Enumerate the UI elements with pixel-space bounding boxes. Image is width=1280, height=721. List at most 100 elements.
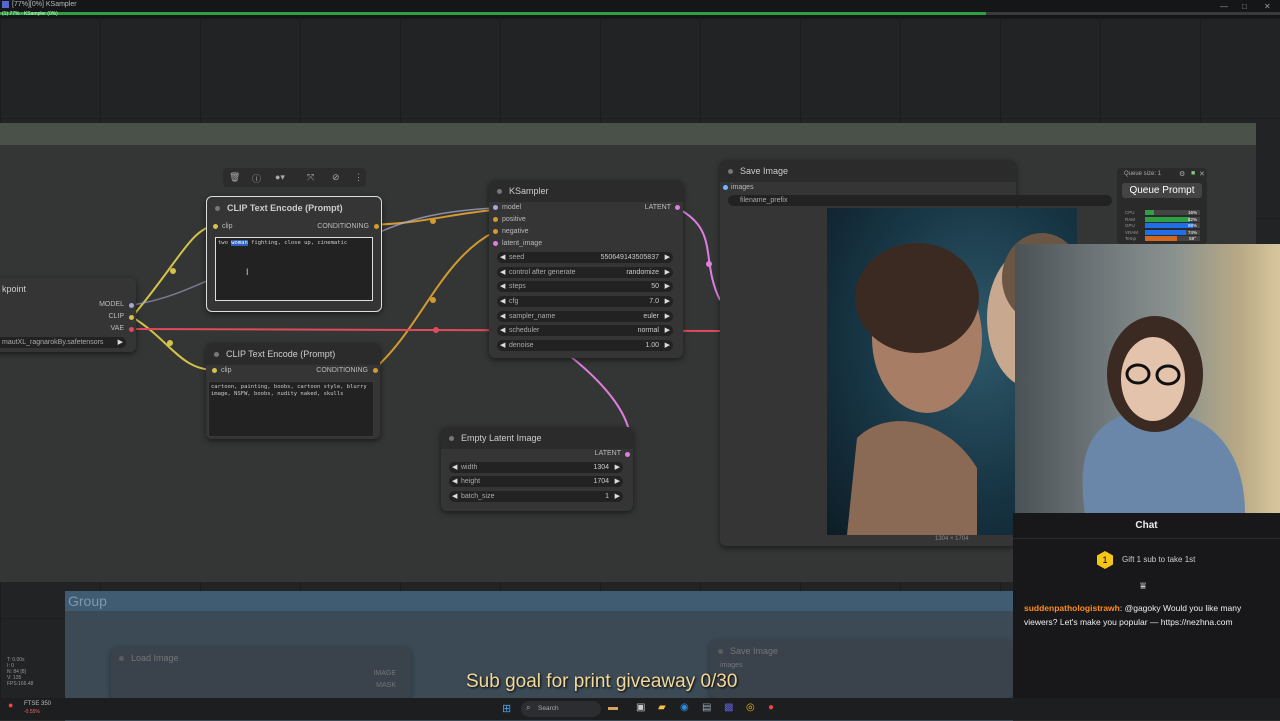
empty-latent-image-node[interactable]: Empty Latent Image LATENT ◀ width 1304 ▶ ◀ h… — [441, 427, 633, 511]
negative-socket[interactable] — [493, 229, 498, 234]
queue-prompt-button[interactable]: Queue Prompt — [1122, 183, 1202, 198]
comfyui-icon[interactable]: ▩ — [724, 702, 733, 713]
output-latent: LATENT — [644, 204, 671, 211]
stat-row-cpu: CPU 16% — [1125, 210, 1203, 216]
clip-text-encode-positive[interactable]: CLIP Text Encode (Prompt) clip CONDITION… — [206, 196, 382, 312]
width-widget[interactable]: ◀ width 1304 ▶ — [449, 462, 623, 473]
scheduler-widget[interactable]: ◀ scheduler normal ▶ — [497, 325, 673, 336]
monitor-icon[interactable]: ■ — [1191, 170, 1195, 177]
control-after-generate-widget[interactable]: ◀ control after generate randomize ▶ — [497, 267, 673, 278]
stat-value: 59° — [1189, 236, 1196, 241]
gift-sub-text[interactable]: Gift 1 sub to take 1st — [1122, 555, 1195, 564]
stat-label: RAM — [1125, 216, 1135, 222]
negative-prompt-textarea[interactable]: cartoon, painting, boobs, cartoon style,… — [208, 381, 374, 437]
latent-output-socket[interactable] — [675, 205, 680, 210]
edge-icon[interactable]: ◉ — [680, 702, 689, 713]
settings-icon[interactable]: ⚙ — [1179, 170, 1185, 178]
output-model: MODEL — [99, 301, 124, 308]
info-icon[interactable]: ⓘ — [252, 172, 261, 185]
taskbar-search[interactable]: ⌕ Search — [521, 701, 601, 717]
more-icon[interactable]: ⋮ — [354, 172, 363, 183]
sampler-name-widget[interactable]: ◀ sampler_name euler ▶ — [497, 311, 673, 322]
queue-size-label: Queue size: 1 — [1124, 171, 1162, 177]
stat-bar-fill — [1145, 210, 1154, 215]
stat-label: VRAM — [1125, 229, 1139, 235]
stat-value: 88% — [1187, 223, 1197, 228]
vae-socket[interactable] — [129, 327, 134, 332]
input-images: images — [731, 184, 754, 191]
prompt-textarea[interactable]: two woman fighting, close up, cinematic — [215, 237, 373, 301]
ksampler-node[interactable]: KSampler model positive negative latent_… — [489, 180, 683, 358]
close-panel-icon[interactable]: ✕ — [1199, 170, 1205, 178]
model-socket[interactable] — [129, 303, 134, 308]
model-socket[interactable] — [493, 205, 498, 210]
input-images: images — [720, 662, 743, 669]
batch-size-widget[interactable]: ◀ batch_size 1 ▶ — [449, 491, 623, 502]
weather-sub: -0.55% — [24, 709, 40, 715]
ckpt-name-widget[interactable]: mautXL_ragnarokBy.safetensors ▶ — [0, 337, 126, 348]
task-view-icon[interactable]: ▣ — [636, 702, 645, 713]
load-image-node[interactable]: Load Image IMAGE MASK — [111, 647, 411, 699]
search-icon: ⌕ — [526, 703, 531, 712]
latent-output-socket[interactable] — [625, 452, 630, 457]
obs-icon[interactable]: ● — [768, 702, 774, 713]
output-vae: VAE — [110, 325, 125, 332]
store-icon[interactable]: ▤ — [702, 702, 711, 713]
cfg-widget[interactable]: ◀ cfg 7.0 ▶ — [497, 296, 673, 307]
chat-pin-icon[interactable]: ⩸ — [1140, 581, 1146, 592]
fit-icon[interactable]: ⤧ — [307, 172, 314, 183]
clip-text-encode-negative[interactable]: CLIP Text Encode (Prompt) clip CONDITION… — [206, 343, 380, 439]
clip-input-socket[interactable] — [213, 224, 218, 229]
stat-row-temp: Temp 59° — [1125, 236, 1203, 242]
stat-bar: 82% — [1145, 216, 1200, 222]
clip-input-socket[interactable] — [212, 368, 217, 373]
latent-socket[interactable] — [493, 241, 498, 246]
conditioning-socket[interactable] — [373, 368, 378, 373]
steps-widget[interactable]: ◀ steps 50 ▶ — [497, 281, 673, 292]
filename-prefix-widget[interactable]: filename_prefix — [728, 195, 1112, 206]
node-title: kpoint — [2, 284, 27, 294]
output-clip: CLIP — [108, 313, 124, 320]
node-title: Save Image — [730, 646, 779, 656]
seed-widget[interactable]: ◀ seed 550649143505837 ▶ — [497, 252, 673, 263]
stat-bar: 59° — [1145, 236, 1200, 241]
denoise-widget[interactable]: ◀ denoise 1.00 ▶ — [497, 340, 673, 351]
color-icon[interactable]: ●▾ — [275, 172, 285, 183]
stat-row-gpu: GPU 88% — [1125, 223, 1203, 229]
save-image-node-2[interactable]: Save Image images — [710, 640, 1013, 698]
file-explorer-icon[interactable]: ▰ — [658, 702, 666, 713]
conditioning-socket[interactable] — [374, 224, 379, 229]
stat-bar: 16% — [1145, 210, 1200, 215]
gift-badge: 1 — [1097, 551, 1113, 569]
input-positive: positive — [502, 216, 526, 223]
stat-row-ram: RAM 82% — [1125, 216, 1203, 223]
stat-bar: 88% — [1145, 223, 1200, 228]
chat-panel: Chat 1 Gift 1 sub to take 1st ⩸ suddenpa… — [1013, 513, 1280, 720]
weather-label[interactable]: FTSE 350 — [24, 701, 51, 707]
output-mask: MASK — [376, 682, 396, 689]
windows-start-icon[interactable]: ⊞ — [502, 702, 511, 715]
image-size-label: 1304 × 1704 — [935, 536, 969, 542]
bypass-icon[interactable]: ⊘ — [332, 172, 340, 183]
stat-value: 74% — [1187, 229, 1197, 235]
webcam-feed — [1015, 244, 1280, 514]
taskbar-app-icon[interactable]: ▬ — [608, 702, 618, 713]
weather-icon: ● — [8, 700, 14, 710]
height-widget[interactable]: ◀ height 1704 ▶ — [449, 476, 623, 487]
input-clip: clip — [221, 367, 232, 374]
output-image: IMAGE — [373, 670, 396, 677]
stat-label: GPU — [1125, 223, 1135, 228]
stat-value: 16% — [1187, 210, 1197, 215]
chat-message: suddenpathologistrawh: @gagoky Would you… — [1024, 601, 1269, 629]
node-title: Empty Latent Image — [461, 433, 542, 443]
checkpoint-loader-node[interactable]: kpoint MODEL CLIP VAE mautXL_ragnarokBy.… — [0, 278, 136, 352]
clip-socket[interactable] — [129, 315, 134, 320]
chrome-icon[interactable]: ◎ — [746, 702, 755, 713]
output-conditioning: CONDITIONING — [316, 367, 368, 374]
stat-label: CPU — [1125, 210, 1135, 215]
search-placeholder: Search — [538, 705, 559, 712]
chat-username[interactable]: suddenpathologistrawh — [1024, 603, 1120, 613]
images-socket[interactable] — [723, 185, 728, 190]
trash-icon[interactable]: 🗑 — [229, 172, 240, 183]
positive-socket[interactable] — [493, 217, 498, 222]
